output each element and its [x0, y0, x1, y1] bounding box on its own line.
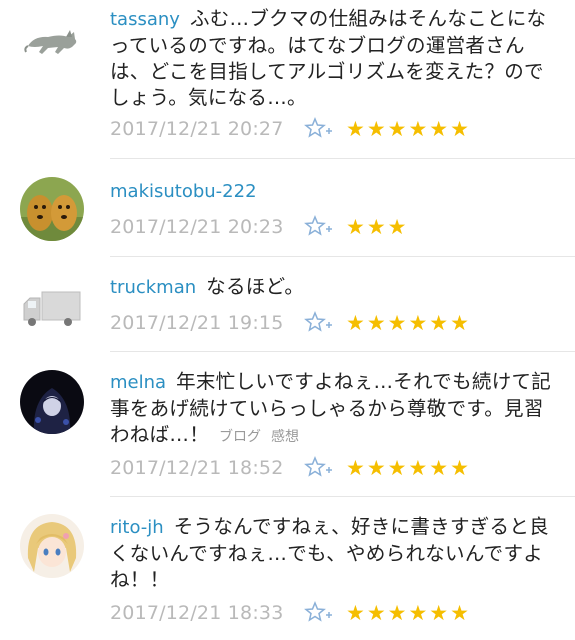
comment-body: truckman なるほど。: [110, 274, 557, 301]
comment-text: 年末忙しいですよねぇ…それでも続けて記事をあげ続けていらっしゃるから尊敬です。見…: [110, 370, 552, 446]
username-link[interactable]: melna: [110, 372, 166, 393]
comment-body: rito-jh そうなんですねぇ、好きに書きすぎると良くないんですねぇ…でも、やめ…: [110, 514, 557, 593]
comment-timestamp[interactable]: 2017/12/21 20:27: [110, 118, 304, 140]
divider: [110, 496, 575, 497]
bookmark-comment-list: tassany ふむ…ブクマの仕組みはそんなことになっているのですね。はてなブログ…: [0, 0, 575, 640]
divider: [110, 351, 575, 352]
dogs-avatar[interactable]: [20, 177, 84, 241]
comment-meta: 2017/12/21 18:52 ★★★★★★: [110, 453, 471, 483]
comment-meta: 2017/12/21 20:27 ★★★★★★: [110, 114, 471, 144]
username-link[interactable]: rito-jh: [110, 517, 164, 538]
hooded-figure-avatar[interactable]: [20, 370, 84, 434]
star-rating[interactable]: ★★★: [346, 214, 408, 240]
comment-meta: 2017/12/21 18:33 ★★★★★★: [110, 598, 471, 628]
username-link[interactable]: tassany: [110, 9, 180, 30]
comment-body: makisutobu-222: [110, 178, 557, 205]
username-link[interactable]: makisutobu-222: [110, 181, 257, 202]
add-star-icon[interactable]: [304, 455, 338, 481]
username-link[interactable]: truckman: [110, 277, 196, 298]
comment-text-block: tassany ふむ…ブクマの仕組みはそんなことになっているのですね。はてなブログ…: [110, 6, 557, 111]
star-rating[interactable]: ★★★★★★: [346, 600, 471, 626]
cat-avatar[interactable]: [20, 10, 84, 74]
truck-avatar[interactable]: [20, 274, 84, 338]
add-star-icon[interactable]: [304, 116, 338, 142]
comment-timestamp[interactable]: 2017/12/21 18:52: [110, 457, 304, 479]
bookmark-tag[interactable]: ブログ: [219, 429, 261, 445]
comment-body: melna 年末忙しいですよねぇ…それでも続けて記事をあげ続けていらっしゃるから尊…: [110, 369, 557, 450]
comment-body: tassany ふむ…ブクマの仕組みはそんなことになっているのですね。はてなブログ…: [110, 6, 557, 111]
star-rating[interactable]: ★★★★★★: [346, 116, 471, 142]
add-star-icon[interactable]: [304, 310, 338, 336]
add-star-icon[interactable]: [304, 214, 338, 240]
comment-meta: 2017/12/21 20:23 ★★★: [110, 212, 408, 242]
comment-text-block: rito-jh そうなんですねぇ、好きに書きすぎると良くないんですねぇ…でも、やめ…: [110, 514, 557, 593]
anime-girl-avatar[interactable]: [20, 514, 84, 578]
comment-timestamp[interactable]: 2017/12/21 18:33: [110, 602, 304, 624]
comment-text-block: truckman なるほど。: [110, 274, 557, 301]
bookmark-tag[interactable]: 感想: [271, 429, 299, 445]
star-rating[interactable]: ★★★★★★: [346, 310, 471, 336]
star-rating[interactable]: ★★★★★★: [346, 455, 471, 481]
comment-text: なるほど。: [206, 275, 305, 298]
comment-meta: 2017/12/21 19:15 ★★★★★★: [110, 308, 471, 338]
comment-text: そうなんですねぇ、好きに書きすぎると良くないんですねぇ…でも、やめられないんです…: [110, 515, 549, 591]
comment-timestamp[interactable]: 2017/12/21 20:23: [110, 216, 304, 238]
divider: [110, 256, 575, 257]
divider: [110, 158, 575, 159]
comment-text-block: melna 年末忙しいですよねぇ…それでも続けて記事をあげ続けていらっしゃるから尊…: [110, 369, 557, 450]
add-star-icon[interactable]: [304, 600, 338, 626]
comment-text-block: makisutobu-222: [110, 178, 557, 205]
comment-timestamp[interactable]: 2017/12/21 19:15: [110, 312, 304, 334]
